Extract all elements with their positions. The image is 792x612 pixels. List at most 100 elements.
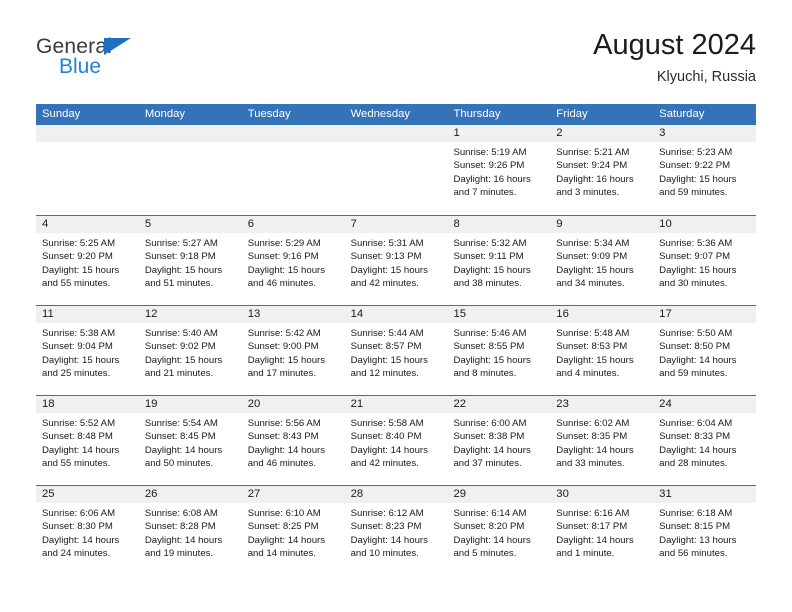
calendar-day-cell[interactable]: 6 Sunrise: 5:29 AM Sunset: 9:16 PM Daylight… xyxy=(241,216,345,305)
calendar-day-cell[interactable]: 22 Sunrise: 6:00 AM Sunset: 8:38 PM Dayligh… xyxy=(447,396,551,485)
calendar-day-cell[interactable]: 30 Sunrise: 6:16 AM Sunset: 8:17 PM Dayligh… xyxy=(550,486,654,575)
day-number-band: 25 xyxy=(36,486,139,503)
calendar-day-cell[interactable]: 29 Sunrise: 6:14 AM Sunset: 8:20 PM Dayligh… xyxy=(447,486,551,575)
daylight-text-line2: and 4 minutes. xyxy=(556,367,620,379)
daylight-text-line1: Daylight: 15 hours xyxy=(453,264,531,276)
sunset-text: Sunset: 8:55 PM xyxy=(453,341,525,353)
day-details: Sunrise: 5:25 AM Sunset: 9:20 PM Daylight:… xyxy=(36,233,139,290)
calendar-day-cell[interactable]: 16 Sunrise: 5:48 AM Sunset: 8:53 PM Dayligh… xyxy=(550,306,654,395)
daylight-text-line1: Daylight: 14 hours xyxy=(42,534,120,546)
calendar-day-cell[interactable]: 7 Sunrise: 5:31 AM Sunset: 9:13 PM Daylight… xyxy=(344,216,448,305)
day-number: 26 xyxy=(144,488,158,500)
calendar-day-cell[interactable]: 5 Sunrise: 5:27 AM Sunset: 9:18 PM Daylight… xyxy=(138,216,242,305)
day-number-band: 17 xyxy=(653,306,757,323)
daylight-text-line1: Daylight: 14 hours xyxy=(247,444,326,456)
calendar-page: General Blue August 2024 Klyuchi, Russia… xyxy=(0,0,792,612)
calendar-day-cell[interactable]: 1 Sunrise: 5:19 AM Sunset: 9:26 PM Daylight… xyxy=(447,125,551,215)
daylight-text-line2: and 28 minutes. xyxy=(659,457,728,469)
calendar-day-cell[interactable]: 20 Sunrise: 5:56 AM Sunset: 8:43 PM Dayligh… xyxy=(241,396,345,485)
day-number-band: 8 xyxy=(447,216,551,233)
daylight-text-line2: and 51 minutes. xyxy=(144,277,214,289)
sunset-text: Sunset: 9:16 PM xyxy=(247,251,319,263)
calendar-week-row: 1 Sunrise: 5:19 AM Sunset: 9:26 PM Daylight… xyxy=(36,125,757,215)
day-details: Sunrise: 5:31 AM Sunset: 9:13 PM Daylight:… xyxy=(345,233,448,290)
calendar-day-cell[interactable]: 24 Sunrise: 6:04 AM Sunset: 8:33 PM Dayligh… xyxy=(653,396,757,485)
day-number: 29 xyxy=(453,488,467,500)
sunrise-text: Sunrise: 5:58 AM xyxy=(350,418,424,429)
calendar-day-cell[interactable]: 14 Sunrise: 5:44 AM Sunset: 8:57 PM Dayligh… xyxy=(344,306,448,395)
sunset-text: Sunset: 8:25 PM xyxy=(247,521,319,533)
calendar-day-cell[interactable]: 10 Sunrise: 5:36 AM Sunset: 9:07 PM Dayligh… xyxy=(653,216,757,305)
daylight-text-line2: and 59 minutes. xyxy=(659,367,728,379)
calendar-day-cell[interactable]: 19 Sunrise: 5:54 AM Sunset: 8:45 PM Dayligh… xyxy=(138,396,242,485)
calendar-day-cell[interactable]: 31 Sunrise: 6:18 AM Sunset: 8:15 PM Dayligh… xyxy=(653,486,757,575)
sunrise-text: Sunrise: 5:31 AM xyxy=(350,238,424,249)
calendar-day-cell[interactable]: 8 Sunrise: 5:32 AM Sunset: 9:11 PM Daylight… xyxy=(447,216,551,305)
daylight-text-line1: Daylight: 13 hours xyxy=(659,534,737,546)
daylight-text-line2: and 55 minutes. xyxy=(42,277,111,289)
daylight-text-line1: Daylight: 16 hours xyxy=(453,173,531,185)
daylight-text-line1: Daylight: 15 hours xyxy=(556,264,634,276)
sunset-text: Sunset: 8:35 PM xyxy=(556,431,628,443)
sunset-text: Sunset: 8:53 PM xyxy=(556,341,628,353)
day-details: Sunrise: 6:04 AM Sunset: 8:33 PM Daylight:… xyxy=(653,413,756,470)
daylight-text-line1: Daylight: 14 hours xyxy=(556,444,634,456)
day-number: 21 xyxy=(350,398,364,410)
calendar-day-cell[interactable]: 28 Sunrise: 6:12 AM Sunset: 8:23 PM Dayligh… xyxy=(344,486,448,575)
day-details: Sunrise: 5:29 AM Sunset: 9:16 PM Daylight:… xyxy=(242,233,345,290)
calendar-day-cell[interactable]: 26 Sunrise: 6:08 AM Sunset: 8:28 PM Dayligh… xyxy=(138,486,242,575)
daylight-text-line1: Daylight: 14 hours xyxy=(42,444,120,456)
calendar-day-cell[interactable]: 23 Sunrise: 6:02 AM Sunset: 8:35 PM Dayligh… xyxy=(550,396,654,485)
calendar-day-cell[interactable]: 13 Sunrise: 5:42 AM Sunset: 9:00 PM Dayligh… xyxy=(241,306,345,395)
day-number-band xyxy=(138,125,242,142)
day-number-band: 13 xyxy=(241,306,345,323)
day-number-band: 7 xyxy=(344,216,448,233)
day-number: 24 xyxy=(659,398,672,410)
day-number: 1 xyxy=(453,127,460,139)
generalblue-logo[interactable]: General Blue xyxy=(36,36,226,88)
daylight-text-line1: Daylight: 15 hours xyxy=(247,264,326,276)
day-details: Sunrise: 5:48 AM Sunset: 8:53 PM Daylight:… xyxy=(550,323,653,380)
sunset-text: Sunset: 9:09 PM xyxy=(556,251,628,263)
sunset-text: Sunset: 8:23 PM xyxy=(350,521,422,533)
calendar-day-cell[interactable]: 3 Sunrise: 5:23 AM Sunset: 9:22 PM Daylight… xyxy=(653,125,757,215)
daylight-text-line1: Daylight: 15 hours xyxy=(453,354,531,366)
daylight-text-line2: and 42 minutes. xyxy=(350,457,419,469)
day-details: Sunrise: 6:18 AM Sunset: 8:15 PM Daylight:… xyxy=(653,503,756,560)
calendar-day-cell[interactable]: 12 Sunrise: 5:40 AM Sunset: 9:02 PM Dayligh… xyxy=(138,306,242,395)
weekday-header-friday: Friday xyxy=(556,108,588,120)
day-details: Sunrise: 6:08 AM Sunset: 8:28 PM Daylight:… xyxy=(139,503,242,560)
weekday-header-row: Sunday Monday Tuesday Wednesday Thursday Frid… xyxy=(36,104,756,125)
calendar-day-cell[interactable]: 17 Sunrise: 5:50 AM Sunset: 8:50 PM Dayligh… xyxy=(653,306,757,395)
calendar-day-cell[interactable]: 18 Sunrise: 5:52 AM Sunset: 8:48 PM Dayligh… xyxy=(36,396,139,485)
calendar-day-cell[interactable]: 2 Sunrise: 5:21 AM Sunset: 9:24 PM Daylight… xyxy=(550,125,654,215)
calendar-day-cell[interactable]: 27 Sunrise: 6:10 AM Sunset: 8:25 PM Dayligh… xyxy=(241,486,345,575)
day-number-band: 2 xyxy=(550,125,654,142)
day-details: Sunrise: 5:38 AM Sunset: 9:04 PM Daylight:… xyxy=(36,323,139,380)
day-details: Sunrise: 5:40 AM Sunset: 9:02 PM Daylight:… xyxy=(139,323,242,380)
daylight-text-line2: and 21 minutes. xyxy=(144,367,214,379)
calendar-day-cell[interactable]: 25 Sunrise: 6:06 AM Sunset: 8:30 PM Dayligh… xyxy=(36,486,139,575)
sunrise-text: Sunrise: 5:54 AM xyxy=(144,418,218,429)
day-number-band: 26 xyxy=(138,486,242,503)
calendar-day-cell[interactable]: 4 Sunrise: 5:25 AM Sunset: 9:20 PM Daylight… xyxy=(36,216,139,305)
sunrise-text: Sunrise: 6:06 AM xyxy=(42,508,116,519)
daylight-text-line2: and 14 minutes. xyxy=(247,547,316,559)
sunrise-text: Sunrise: 5:29 AM xyxy=(247,238,321,249)
location-subtitle: Klyuchi, Russia xyxy=(656,68,756,85)
day-number-band: 15 xyxy=(447,306,551,323)
day-number-band: 10 xyxy=(653,216,757,233)
day-details: Sunrise: 6:10 AM Sunset: 8:25 PM Daylight:… xyxy=(242,503,345,560)
calendar-day-cell[interactable]: 15 Sunrise: 5:46 AM Sunset: 8:55 PM Dayligh… xyxy=(447,306,551,395)
daylight-text-line1: Daylight: 15 hours xyxy=(659,264,737,276)
daylight-text-line2: and 33 minutes. xyxy=(556,457,625,469)
sunrise-text: Sunrise: 5:42 AM xyxy=(247,328,321,339)
sunrise-text: Sunrise: 5:27 AM xyxy=(144,238,218,249)
calendar-day-cell[interactable]: 21 Sunrise: 5:58 AM Sunset: 8:40 PM Dayligh… xyxy=(344,396,448,485)
day-number-band: 4 xyxy=(36,216,139,233)
day-number: 5 xyxy=(144,218,152,230)
sunrise-text: Sunrise: 5:44 AM xyxy=(350,328,424,339)
day-number: 12 xyxy=(144,308,158,320)
calendar-day-cell[interactable]: 11 Sunrise: 5:38 AM Sunset: 9:04 PM Dayligh… xyxy=(36,306,139,395)
calendar-day-cell[interactable]: 9 Sunrise: 5:34 AM Sunset: 9:09 PM Daylight… xyxy=(550,216,654,305)
